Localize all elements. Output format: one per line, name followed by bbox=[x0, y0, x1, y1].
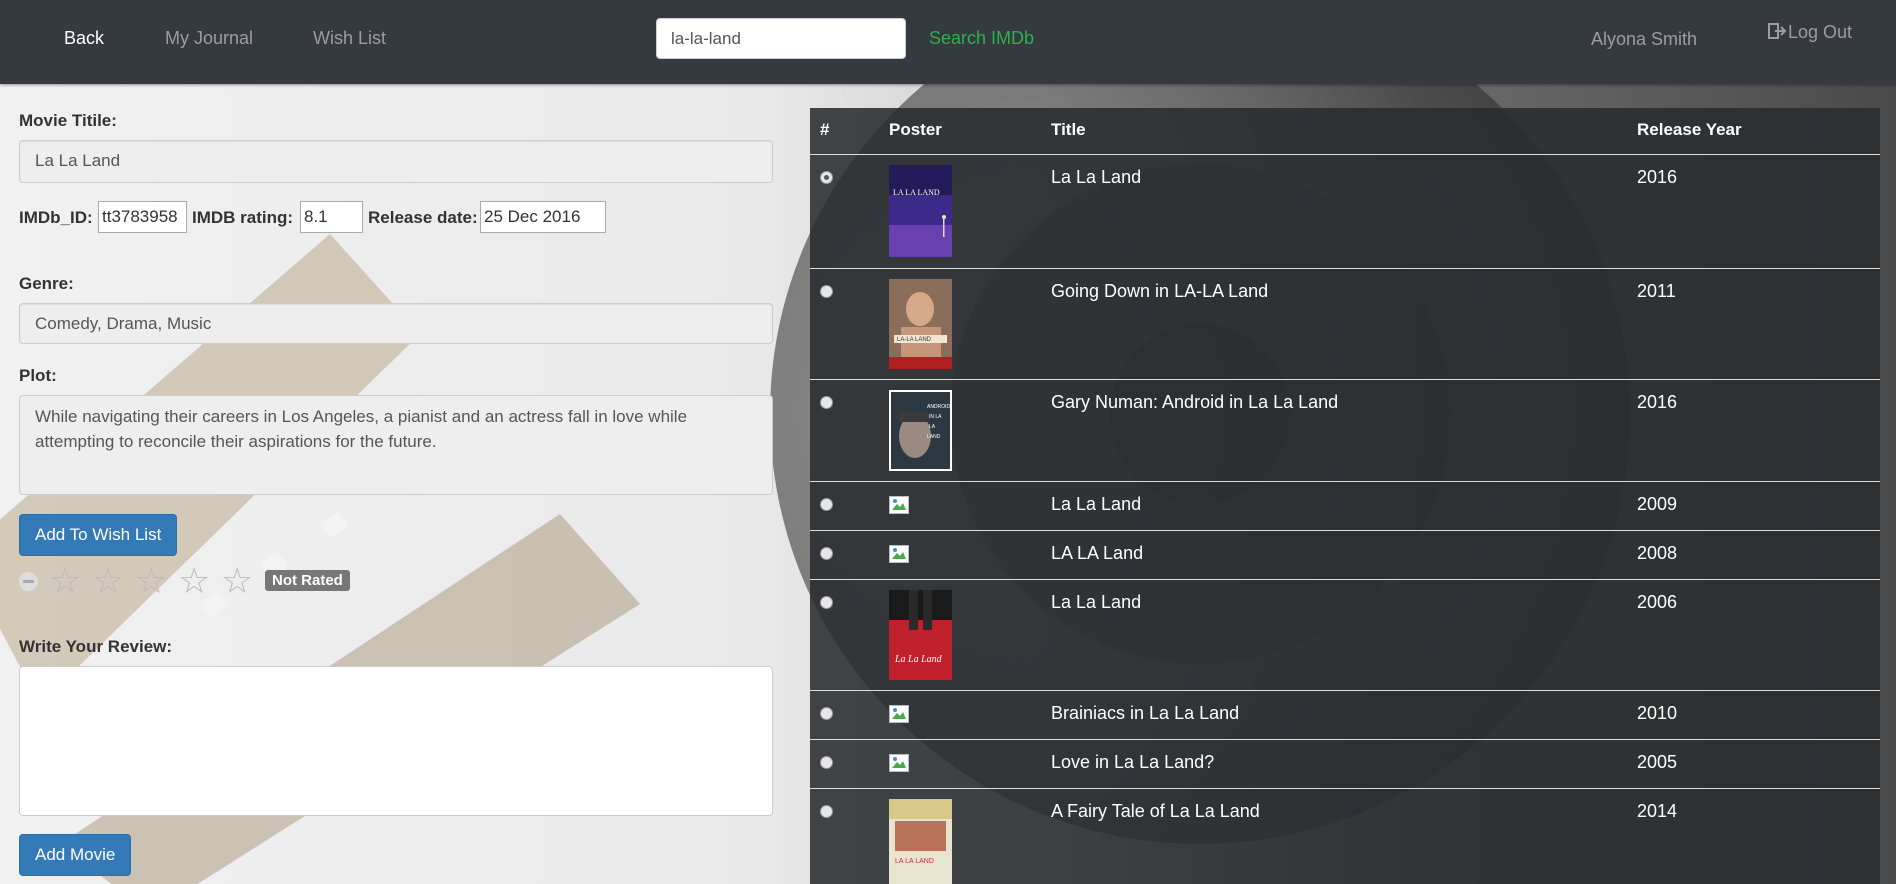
broken-image-icon bbox=[889, 496, 909, 514]
logout-button[interactable]: Log Out bbox=[1768, 22, 1852, 43]
table-row[interactable]: La La Land La La Land 2006 bbox=[810, 579, 1880, 691]
row-select-radio[interactable] bbox=[820, 171, 833, 184]
movie-year: 2009 bbox=[1637, 494, 1678, 514]
imdb-id-label: IMDb_ID: bbox=[19, 208, 93, 227]
column-header-poster: Poster bbox=[889, 120, 942, 139]
movie-title-field[interactable]: La La Land bbox=[19, 140, 773, 183]
movie-year: 2016 bbox=[1637, 167, 1678, 187]
genre-field[interactable]: Comedy, Drama, Music bbox=[19, 303, 773, 344]
row-select-radio[interactable] bbox=[820, 396, 833, 409]
row-select-radio[interactable] bbox=[820, 285, 833, 298]
svg-text:LA-LA LAND: LA-LA LAND bbox=[897, 337, 932, 343]
star-icon[interactable]: ☆ bbox=[178, 563, 210, 599]
movie-title-label: Movie Titile: bbox=[19, 111, 117, 130]
broken-image-icon bbox=[889, 754, 909, 772]
rating-status-badge: Not Rated bbox=[265, 570, 350, 591]
table-row[interactable]: LA-LA LAND Going Down in LA-LA Land 2011 bbox=[810, 268, 1880, 380]
movie-poster: LA LA LAND bbox=[889, 165, 952, 257]
table-row[interactable]: LA LA LAND A Fairy Tale of La La Land 20… bbox=[810, 788, 1880, 884]
release-date-label: Release date: bbox=[368, 208, 478, 227]
imdb-rating-field[interactable]: 8.1 bbox=[300, 201, 363, 233]
star-icon[interactable]: ☆ bbox=[221, 563, 253, 599]
review-textarea[interactable] bbox=[19, 666, 773, 816]
column-header-release-year: Release Year bbox=[1637, 120, 1742, 139]
user-name: Alyona Smith bbox=[1591, 29, 1698, 49]
movie-title: A Fairy Tale of La La Land bbox=[1051, 801, 1260, 821]
movie-poster: LA LA LAND bbox=[889, 799, 952, 884]
movie-year: 2011 bbox=[1637, 281, 1676, 301]
movie-year: 2005 bbox=[1637, 752, 1678, 772]
movie-title: La La Land bbox=[1051, 592, 1142, 612]
table-row[interactable]: Brainiacs in La La Land 2010 bbox=[810, 690, 1880, 740]
row-select-radio[interactable] bbox=[820, 498, 833, 511]
star-icon[interactable]: ☆ bbox=[92, 563, 124, 599]
nav-my-journal-link[interactable]: My Journal bbox=[165, 28, 253, 49]
row-select-radio[interactable] bbox=[820, 596, 833, 609]
star-icon[interactable]: ☆ bbox=[49, 563, 81, 599]
search-imdb-button[interactable]: Search IMDb bbox=[929, 28, 1034, 49]
movie-year: 2014 bbox=[1637, 801, 1678, 821]
movie-year: 2008 bbox=[1637, 543, 1678, 563]
row-select-radio[interactable] bbox=[820, 707, 833, 720]
svg-text:IN LA: IN LA bbox=[929, 414, 942, 420]
table-row[interactable]: LA LA Land 2008 bbox=[810, 530, 1880, 580]
movie-title: La La Land bbox=[1051, 494, 1142, 514]
nav-back-link[interactable]: Back bbox=[64, 28, 104, 49]
plot-label: Plot: bbox=[19, 366, 57, 385]
table-row[interactable]: Love in La La Land? 2005 bbox=[810, 739, 1880, 789]
table-row[interactable]: La La Land 2009 bbox=[810, 481, 1880, 531]
column-header-title: Title bbox=[1051, 120, 1086, 139]
search-results-table: # Poster Title Release Year LA LA LAND L… bbox=[810, 108, 1880, 884]
broken-image-icon bbox=[889, 545, 909, 563]
rating-cancel-icon[interactable] bbox=[19, 572, 38, 591]
add-to-wish-list-button[interactable]: Add To Wish List bbox=[19, 514, 178, 556]
movie-title: Brainiacs in La La Land bbox=[1051, 703, 1240, 723]
genre-label: Genre: bbox=[19, 274, 74, 293]
movie-poster: ANDROID IN LA LA LAND bbox=[889, 390, 952, 471]
imdb-rating-label: IMDB rating: bbox=[192, 208, 294, 227]
review-label: Write Your Review: bbox=[19, 637, 173, 656]
svg-text:La La Land: La La Land bbox=[894, 654, 943, 665]
imdb-id-field[interactable]: tt3783958 bbox=[98, 201, 187, 233]
svg-text:LA: LA bbox=[929, 424, 936, 430]
svg-text:LAND: LAND bbox=[927, 434, 941, 440]
row-select-radio[interactable] bbox=[820, 547, 833, 560]
movie-year: 2016 bbox=[1637, 392, 1678, 412]
add-movie-button[interactable]: Add Movie bbox=[19, 834, 132, 876]
movie-year: 2006 bbox=[1637, 592, 1678, 612]
nav-wish-list-link[interactable]: Wish List bbox=[313, 28, 386, 49]
broken-image-icon bbox=[889, 705, 909, 723]
movie-poster: LA-LA LAND bbox=[889, 279, 952, 369]
top-navbar: Back My Journal Wish List Search IMDb Al… bbox=[0, 0, 1896, 84]
search-input[interactable] bbox=[656, 18, 906, 59]
logout-icon bbox=[1768, 22, 1787, 40]
movie-title: Love in La La Land? bbox=[1051, 752, 1215, 772]
movie-title: La La Land bbox=[1051, 167, 1142, 187]
star-icon[interactable]: ☆ bbox=[135, 563, 167, 599]
svg-text:LA LA LAND: LA LA LAND bbox=[895, 858, 934, 865]
svg-text:ANDROID: ANDROID bbox=[927, 404, 950, 410]
movie-title: Going Down in LA-LA Land bbox=[1051, 281, 1269, 301]
movie-year: 2010 bbox=[1637, 703, 1678, 723]
row-select-radio[interactable] bbox=[820, 756, 833, 769]
release-date-field[interactable]: 25 Dec 2016 bbox=[480, 201, 606, 233]
movie-poster: La La Land bbox=[889, 590, 952, 680]
row-select-radio[interactable] bbox=[820, 805, 833, 818]
plot-textarea[interactable]: While navigating their careers in Los An… bbox=[19, 395, 773, 495]
table-row[interactable]: LA LA LAND La La Land 2016 bbox=[810, 154, 1880, 269]
movie-title: Gary Numan: Android in La La Land bbox=[1051, 392, 1339, 412]
svg-text:LA LA LAND: LA LA LAND bbox=[893, 188, 940, 197]
movie-title: LA LA Land bbox=[1051, 543, 1144, 563]
table-row[interactable]: ANDROID IN LA LA LAND Gary Numan: Android i… bbox=[810, 379, 1880, 482]
logout-label: Log Out bbox=[1788, 22, 1853, 42]
column-header-number: # bbox=[820, 120, 830, 139]
